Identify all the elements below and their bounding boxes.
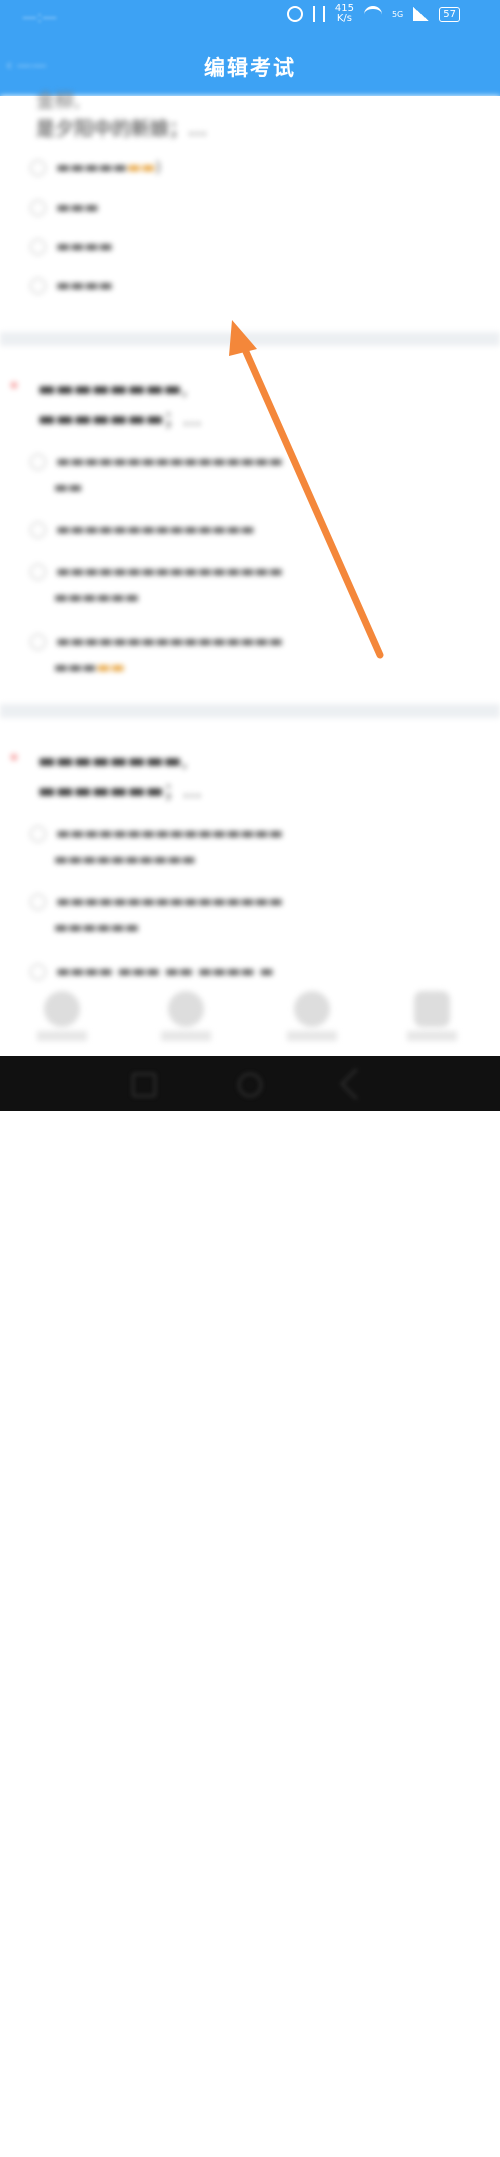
question-title: ▬▬▬▬▬▬▬；… [38,408,202,430]
system-nav-bar: Bai经验 jingyan.baidu.com [0,1056,500,2157]
question-card: 金柳, 是夕阳中的新娘；… ▬▬▬▬▬▬▬) ▬▬▬ ▬▬▬▬ ▬▬▬▬ [0,90,500,326]
wifi-icon [363,5,382,23]
toolbar-label [37,1031,87,1041]
option-d[interactable]: ▬▬▬▬ [30,272,113,298]
signal-icon [413,7,430,21]
divider [0,704,500,718]
radio-icon [30,521,46,538]
option-b[interactable]: ▬▬▬ [30,194,99,220]
option-a[interactable]: ▬▬▬▬▬▬▬▬▬▬▬▬▬▬▬▬ ▬▬ [30,448,460,500]
page-title: 编辑考试 [204,56,296,80]
option-d[interactable]: ▬▬▬▬▬▬▬▬▬▬▬▬▬▬▬▬ ▬▬▬▬▬ [30,628,460,680]
option-a[interactable]: ▬▬▬▬▬▬▬▬▬▬▬▬▬▬▬▬ ▬▬▬▬▬▬▬▬▬▬ [30,820,460,872]
question-title-line2: 是夕阳中的新娘；… [36,118,208,140]
radio-icon [30,563,46,580]
status-bar: —:— 415 K/s 5G 57 [0,0,500,34]
vibrate-icon [312,6,325,22]
radio-icon [30,825,46,842]
network-speed: 415 K/s [334,3,354,24]
radio-icon [30,159,46,176]
alarm-icon [286,6,303,22]
question-card: * ▬▬▬▬▬▬▬▬, ▬▬▬▬▬▬▬；… ▬▬▬▬▬▬▬▬▬▬▬▬▬▬▬▬ ▬… [0,348,500,698]
recent-nav-icon[interactable] [340,1068,372,1100]
radio-icon [30,238,46,255]
question-title: ▬▬▬▬▬▬▬▬, [38,750,188,772]
required-mark: * [10,750,18,769]
toolbar-label [287,1031,337,1041]
question-title: ▬▬▬▬▬▬▬；… [38,780,202,802]
bottom-toolbar [0,985,500,1055]
exam-content: 金柳, 是夕阳中的新娘；… ▬▬▬▬▬▬▬) ▬▬▬ ▬▬▬▬ ▬▬▬▬ * ▬… [0,90,500,1060]
app-header: —:— 415 K/s 5G 57 ‹ —— 编辑考试 [0,0,500,96]
toolbar-button[interactable] [44,991,80,1027]
radio-icon [30,453,46,470]
required-mark: * [10,378,18,397]
radio-icon [30,633,46,650]
toolbar-label [161,1031,211,1041]
question-title-line1: 金柳, [36,90,81,112]
divider [0,332,500,346]
toolbar-button[interactable] [168,991,204,1027]
toolbar-label [407,1031,457,1041]
radio-icon [30,277,46,294]
watermark-url: jingyan.baidu.com [387,2146,480,2157]
radio-icon [30,963,46,980]
option-c[interactable]: ▬▬▬▬ [30,233,113,259]
option-c[interactable]: ▬▬▬▬ ▬▬▬ ▬▬ ▬▬▬▬ ▬ [30,958,460,984]
option-c[interactable]: ▬▬▬▬▬▬▬▬▬▬▬▬▬▬▬▬ ▬▬▬▬▬▬ [30,558,460,610]
radio-icon [30,893,46,910]
status-time: —:— [22,8,58,26]
option-b[interactable]: ▬▬▬▬▬▬▬▬▬▬▬▬▬▬ [30,516,254,542]
question-title: ▬▬▬▬▬▬▬▬, [38,378,188,400]
back-nav-icon[interactable] [132,1073,156,1097]
battery-indicator: 57 [439,6,460,22]
home-nav-icon[interactable] [238,1073,262,1097]
option-b[interactable]: ▬▬▬▬▬▬▬▬▬▬▬▬▬▬▬▬ ▬▬▬▬▬▬ [30,888,460,940]
radio-icon [30,199,46,216]
option-a[interactable]: ▬▬▬▬▬▬▬) [30,154,161,180]
toolbar-button[interactable] [414,991,450,1027]
signal-label: 5G [391,9,404,19]
toolbar-button[interactable] [294,991,330,1027]
baidu-watermark: Bai经验 jingyan.baidu.com [388,2118,480,2157]
status-icons: 415 K/s 5G 57 [286,3,460,24]
